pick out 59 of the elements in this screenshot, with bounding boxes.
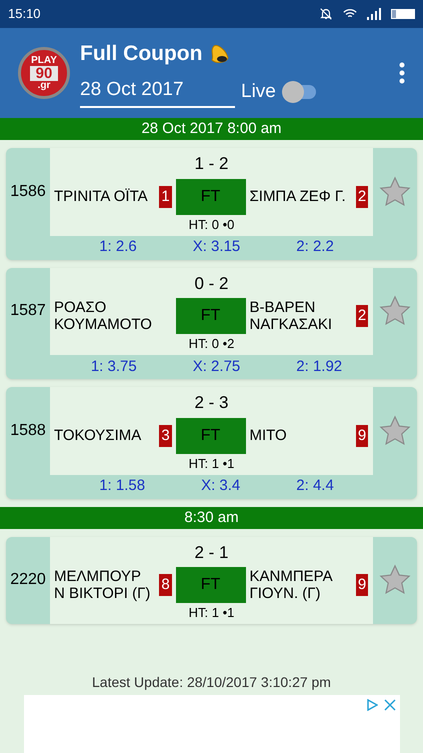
match-card[interactable]: 1587 0 - 2 ΡΟΑΣΟ ΚΟΥΜΑΜΟΤΟ FT Β-ΒΑΡΕΝ ΝΑΓΚΑΣΑΚΙ 2 HT: 0 •2 1: 3.75 X: 2.75 2: 1.92 [6, 268, 417, 379]
odds-value: 2: 1.92 [296, 356, 342, 377]
odds-value: 1: 3.75 [90, 356, 137, 377]
half-time-score: HT: 0 •0 [188, 216, 234, 232]
status-badge: FT [176, 298, 246, 334]
card-count: 2 [356, 186, 368, 208]
latest-update: Latest Update: 28/10/2017 3:10:27 pm [92, 673, 331, 692]
card-count: 8 [159, 574, 172, 596]
signal-icon [367, 8, 381, 20]
live-toggle[interactable] [282, 80, 318, 103]
screen-title: Full Coupon [80, 41, 202, 67]
card-count: 1 [159, 186, 172, 208]
away-team: ΜΙΤΟ [250, 427, 288, 444]
home-team: ΤΟΚΟΥΣΙΜΑ [54, 427, 142, 444]
clock: 15:10 [8, 5, 41, 24]
match-card[interactable]: 1586 1 - 2 ΤΡΙΝΙΤΑ ΟΪΤΑ 1 FT ΣΙΜΠΑ ΖΕΦ Γ. 2 HT: 0 •0 1: 2.6 X: 3.15 2: 2.2 [6, 148, 417, 260]
home-team: ΤΡΙΝΙΤΑ ΟΪΤΑ [54, 188, 149, 205]
odds-value: 2: 4.4 [296, 476, 334, 496]
status-badge: FT [176, 418, 246, 454]
odds-value: X: 2.75 [192, 356, 240, 377]
half-time-score: HT: 0 •2 [188, 336, 234, 352]
time-group-header: 28 Oct 2017 8:00 am [0, 118, 423, 140]
away-team: ΚΑΝΜΠΕΡΑ ΓΙΟΥΝ. (Γ) [250, 568, 334, 602]
ad-choices-icon[interactable] [366, 699, 378, 711]
date-field[interactable]: 28 Oct 2017 [80, 76, 235, 108]
score: 2 - 1 [194, 542, 229, 564]
card-count: 9 [356, 574, 368, 596]
odds-value: X: 3.4 [201, 476, 240, 496]
match-code: 1587 [10, 301, 46, 322]
close-icon[interactable] [384, 699, 396, 711]
odds-value: X: 3.15 [192, 237, 240, 258]
score: 1 - 2 [194, 153, 229, 175]
score: 0 - 2 [194, 272, 229, 294]
match-code: 1588 [10, 420, 46, 441]
odds-value: 2: 2.2 [296, 237, 334, 258]
home-team: ΡΟΑΣΟ ΚΟΥΜΑΜΟΤΟ [54, 299, 153, 333]
half-time-score: HT: 1 •1 [188, 456, 234, 472]
time-group-header: 8:30 am [0, 506, 423, 528]
muted-bell-icon [319, 7, 333, 21]
app-logo: PLAY 90 .gr [18, 47, 70, 99]
card-count: 2 [356, 305, 368, 327]
status-badge: FT [176, 178, 246, 214]
live-label: Live [241, 80, 276, 104]
odds-value: 1: 2.6 [99, 237, 137, 258]
match-code: 1586 [10, 182, 46, 202]
match-card[interactable]: 1588 2 - 3 ΤΟΚΟΥΣΙΜΑ 3 FT ΜΙΤΟ 9 HT: 1 •1 1: 1.58 X: 3.4 2: 4.4 [6, 387, 417, 498]
status-badge: FT [176, 567, 246, 603]
battery-icon [391, 8, 415, 20]
more-options-icon[interactable] [399, 62, 405, 84]
odds-value: 1: 1.58 [99, 476, 146, 496]
score: 2 - 3 [194, 392, 229, 414]
home-team: ΜΕΛΜΠΟΥΡ Ν ΒΙΚΤΟΡΙ (Γ) [54, 568, 152, 602]
card-count: 3 [159, 424, 172, 446]
match-code: 2220 [10, 570, 46, 590]
card-count: 9 [356, 424, 368, 446]
wifi-icon [343, 8, 357, 20]
away-team: Β-ΒΑΡΕΝ ΝΑΓΚΑΣΑΚΙ [250, 299, 334, 333]
away-team: ΣΙΜΠΑ ΖΕΦ Γ. [250, 188, 347, 205]
half-time-score: HT: 1 •1 [188, 605, 234, 621]
